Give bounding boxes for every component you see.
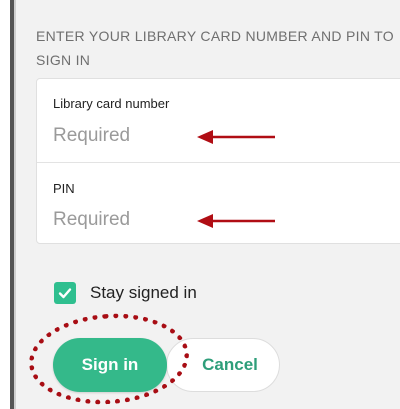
cancel-button[interactable]: Cancel — [166, 338, 280, 392]
arrow-left-icon — [197, 214, 275, 228]
sign-in-button[interactable]: Sign in — [53, 338, 167, 392]
stay-signed-in-row[interactable]: Stay signed in — [54, 280, 197, 306]
stay-signed-in-checkbox[interactable] — [54, 282, 76, 304]
stay-signed-in-label: Stay signed in — [90, 283, 197, 302]
pin-field[interactable]: PIN — [37, 163, 400, 245]
checkmark-icon — [58, 288, 72, 299]
credentials-card: Library card number PIN — [36, 78, 400, 244]
pin-label: PIN — [53, 181, 75, 196]
library-card-label: Library card number — [53, 96, 170, 111]
arrow-left-icon — [197, 130, 275, 144]
library-card-field[interactable]: Library card number — [37, 79, 400, 161]
sign-in-panel: ENTER YOUR LIBRARY CARD NUMBER AND PIN T… — [16, 0, 400, 409]
instructions-text: ENTER YOUR LIBRARY CARD NUMBER AND PIN T… — [36, 28, 394, 68]
